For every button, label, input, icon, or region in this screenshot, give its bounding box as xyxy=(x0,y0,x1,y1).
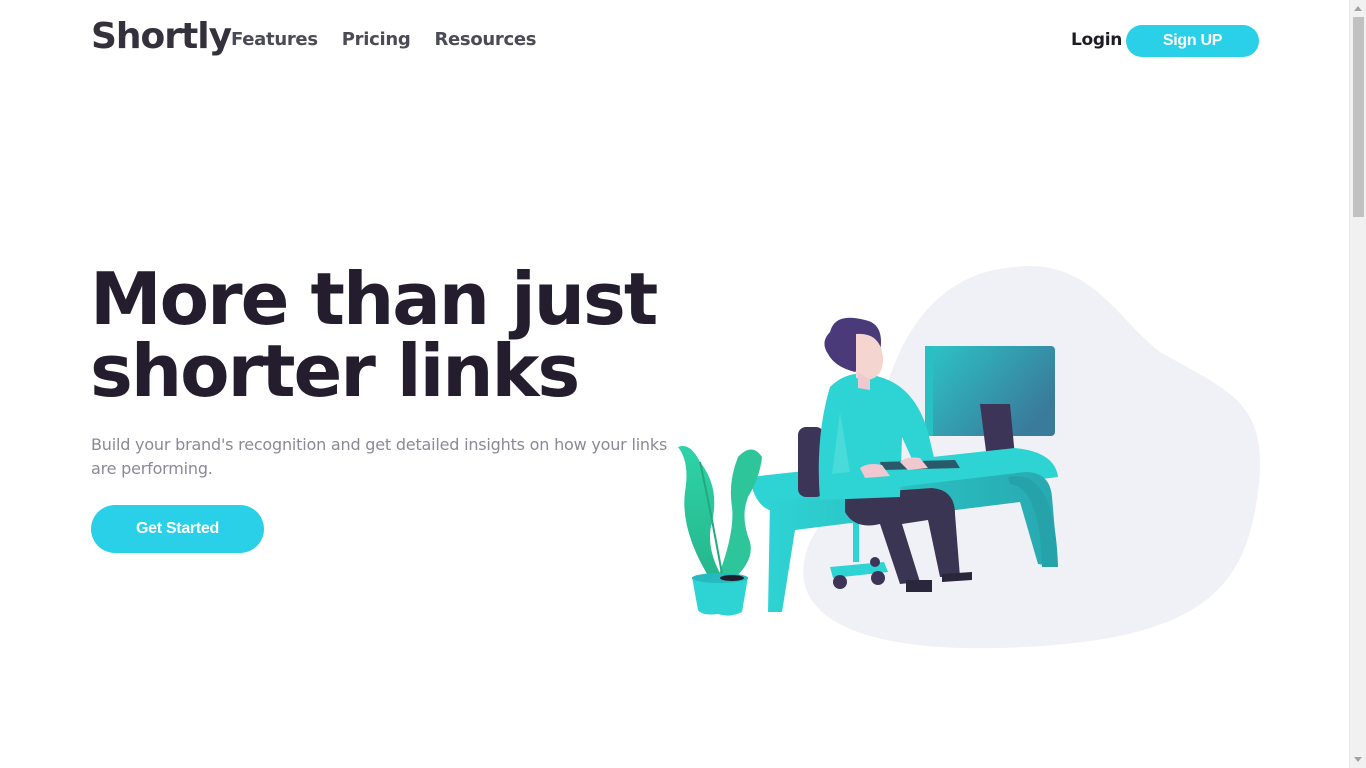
get-started-button[interactable]: Get Started xyxy=(91,505,264,553)
page-scrollbar[interactable] xyxy=(1349,0,1366,768)
signup-button[interactable]: Sign UP xyxy=(1126,25,1259,57)
hero-subtext: Build your brand's recognition and get d… xyxy=(91,435,668,478)
nav-link-pricing[interactable]: Pricing xyxy=(342,29,411,50)
scrollbar-thumb[interactable] xyxy=(1353,17,1364,217)
main-nav: Features Pricing Resources xyxy=(231,29,536,50)
scroll-up-arrow-icon[interactable] xyxy=(1354,6,1362,11)
hero-headline: More than just shorter links xyxy=(90,257,658,413)
login-link[interactable]: Login xyxy=(1071,30,1122,50)
person-working-at-desk-illustration xyxy=(670,262,1270,652)
nav-link-resources[interactable]: Resources xyxy=(434,29,536,50)
scroll-down-arrow-icon[interactable] xyxy=(1354,757,1362,762)
nav-link-features[interactable]: Features xyxy=(231,29,318,50)
landing-page: Shortly Features Pricing Resources Login… xyxy=(0,0,1349,768)
brand-logo[interactable]: Shortly xyxy=(91,16,232,57)
